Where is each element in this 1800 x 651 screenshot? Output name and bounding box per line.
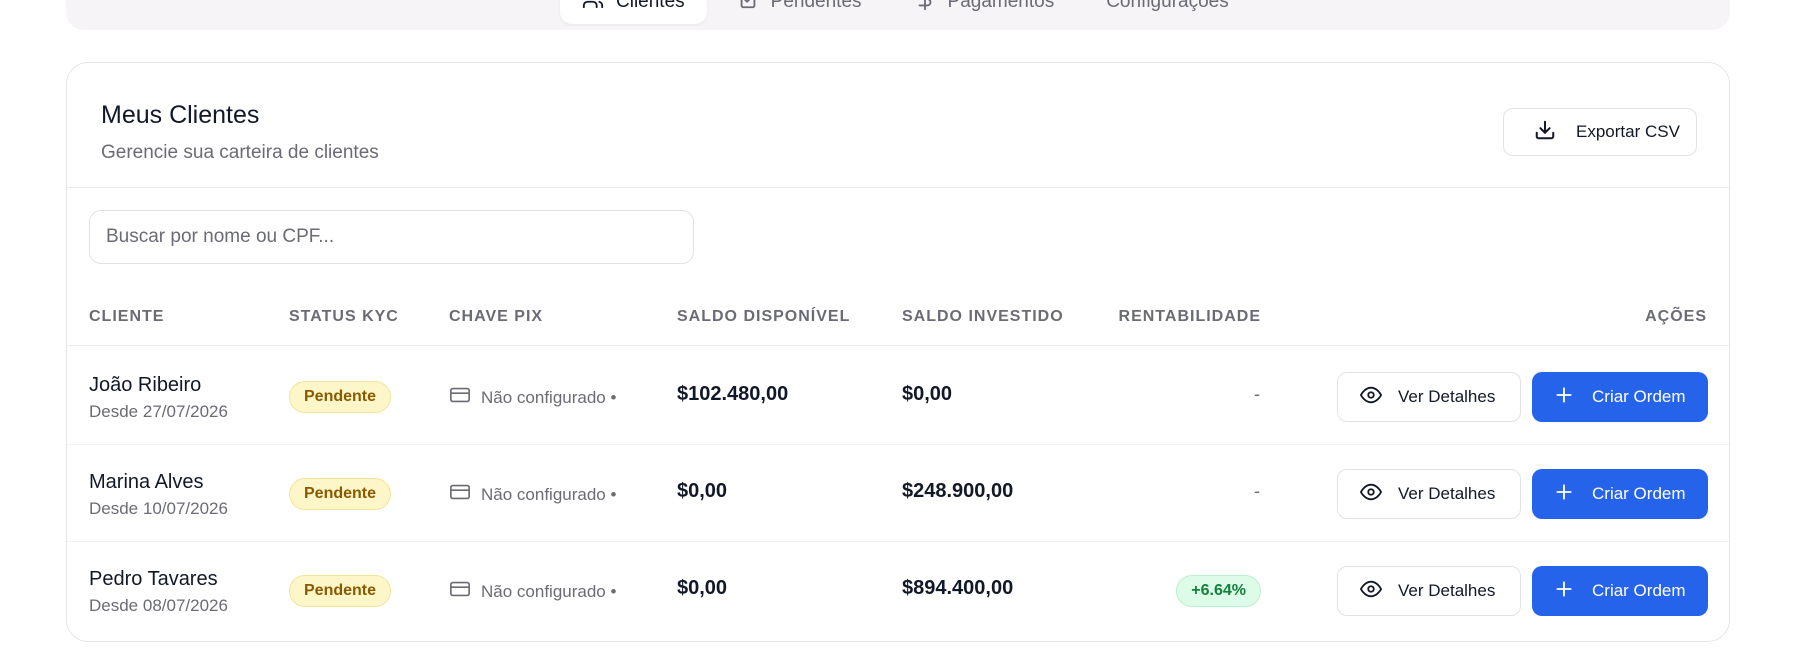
clipboard-check-icon: [737, 0, 759, 16]
saldo-investido: $0,00: [902, 383, 953, 405]
saldo-investido: $248.900,00: [902, 480, 1014, 502]
plus-icon: [1554, 385, 1574, 410]
tab-label: Pendentes: [770, 0, 862, 12]
create-order-label: Criar Ordem: [1592, 387, 1686, 406]
header-rentabilidade: RENTABILIDADE: [1118, 308, 1261, 325]
pix-key: Não configurado •: [449, 384, 616, 411]
tab-configuracoes[interactable]: Configurações: [1084, 0, 1251, 24]
page-subtitle: Gerencie sua carteira de clientes: [101, 142, 379, 163]
header-acoes: AÇÕES: [1645, 308, 1707, 325]
header-cliente: CLIENTE: [89, 308, 165, 325]
download-icon: [1534, 119, 1556, 146]
tab-label: Pagamentos: [947, 0, 1055, 12]
create-order-button[interactable]: Criar Ordem: [1532, 566, 1708, 616]
saldo-disponivel: $0,00: [677, 577, 728, 599]
eye-icon: [1360, 578, 1382, 605]
rentabilidade: -: [1254, 481, 1260, 501]
header-saldo-investido: SALDO INVESTIDO: [902, 308, 1064, 325]
table-row: Pedro Tavares Desde 08/07/2026 Pendente …: [67, 542, 1729, 639]
header-saldo-disponivel: SALDO DISPONÍVEL: [677, 308, 851, 325]
create-order-button[interactable]: Criar Ordem: [1532, 469, 1708, 519]
export-csv-label: Exportar CSV: [1576, 122, 1680, 141]
client-name: Pedro Tavares: [89, 568, 218, 590]
kyc-status-badge: Pendente: [289, 478, 392, 510]
plus-icon: [1554, 482, 1574, 507]
page-title: Meus Clientes: [101, 101, 260, 129]
header-chave-pix: CHAVE PIX: [449, 308, 544, 325]
tab-label: Configurações: [1106, 0, 1229, 12]
pix-key: Não configurado •: [449, 578, 616, 605]
view-details-label: Ver Detalhes: [1398, 581, 1496, 600]
header-status-kyc: STATUS KYC: [289, 308, 399, 325]
table-row: João Ribeiro Desde 27/07/2026 Pendente N…: [67, 348, 1729, 445]
pix-key-text: Não configurado •: [481, 581, 617, 601]
credit-card-icon: [449, 384, 471, 411]
pix-key-text: Não configurado •: [481, 387, 617, 407]
top-nav-tabs: Clientes Pendentes Pagamentos Configuraç…: [560, 0, 1251, 24]
kyc-status-badge: Pendente: [289, 381, 392, 413]
create-order-label: Criar Ordem: [1592, 581, 1686, 600]
table-row: Marina Alves Desde 10/07/2026 Pendente N…: [67, 445, 1729, 542]
saldo-investido: $894.400,00: [902, 577, 1014, 599]
tab-clientes[interactable]: Clientes: [560, 0, 707, 24]
table-header: CLIENTE STATUS KYC CHAVE PIX SALDO DISPO…: [67, 286, 1729, 346]
search-input[interactable]: [89, 210, 694, 264]
tab-label: Clientes: [616, 0, 685, 12]
users-icon: [582, 0, 604, 16]
view-details-button[interactable]: Ver Detalhes: [1337, 469, 1521, 519]
kyc-status-badge: Pendente: [289, 575, 392, 607]
view-details-button[interactable]: Ver Detalhes: [1337, 372, 1521, 422]
view-details-label: Ver Detalhes: [1398, 387, 1496, 406]
client-since: Desde 08/07/2026: [89, 596, 228, 615]
tab-pendentes[interactable]: Pendentes: [715, 0, 884, 24]
plus-icon: [1554, 579, 1574, 604]
saldo-disponivel: $0,00: [677, 480, 728, 502]
eye-icon: [1360, 384, 1382, 411]
create-order-label: Criar Ordem: [1592, 484, 1686, 503]
pix-key: Não configurado •: [449, 481, 616, 508]
tab-pagamentos[interactable]: Pagamentos: [892, 0, 1077, 24]
credit-card-icon: [449, 481, 471, 508]
dollar-icon: [914, 0, 936, 16]
view-details-label: Ver Detalhes: [1398, 484, 1496, 503]
client-name: Marina Alves: [89, 471, 204, 493]
credit-card-icon: [449, 578, 471, 605]
client-since: Desde 10/07/2026: [89, 499, 228, 518]
eye-icon: [1360, 481, 1382, 508]
saldo-disponivel: $102.480,00: [677, 383, 789, 405]
export-csv-button[interactable]: Exportar CSV: [1503, 108, 1697, 156]
rentabilidade: -: [1254, 384, 1260, 404]
client-name: João Ribeiro: [89, 374, 202, 396]
view-details-button[interactable]: Ver Detalhes: [1337, 566, 1521, 616]
clients-card: Meus Clientes Gerencie sua carteira de c…: [66, 62, 1730, 642]
card-header: Meus Clientes Gerencie sua carteira de c…: [67, 63, 1729, 188]
rentabilidade-badge: +6.64%: [1176, 575, 1261, 607]
create-order-button[interactable]: Criar Ordem: [1532, 372, 1708, 422]
pix-key-text: Não configurado •: [481, 484, 617, 504]
client-since: Desde 27/07/2026: [89, 402, 228, 421]
